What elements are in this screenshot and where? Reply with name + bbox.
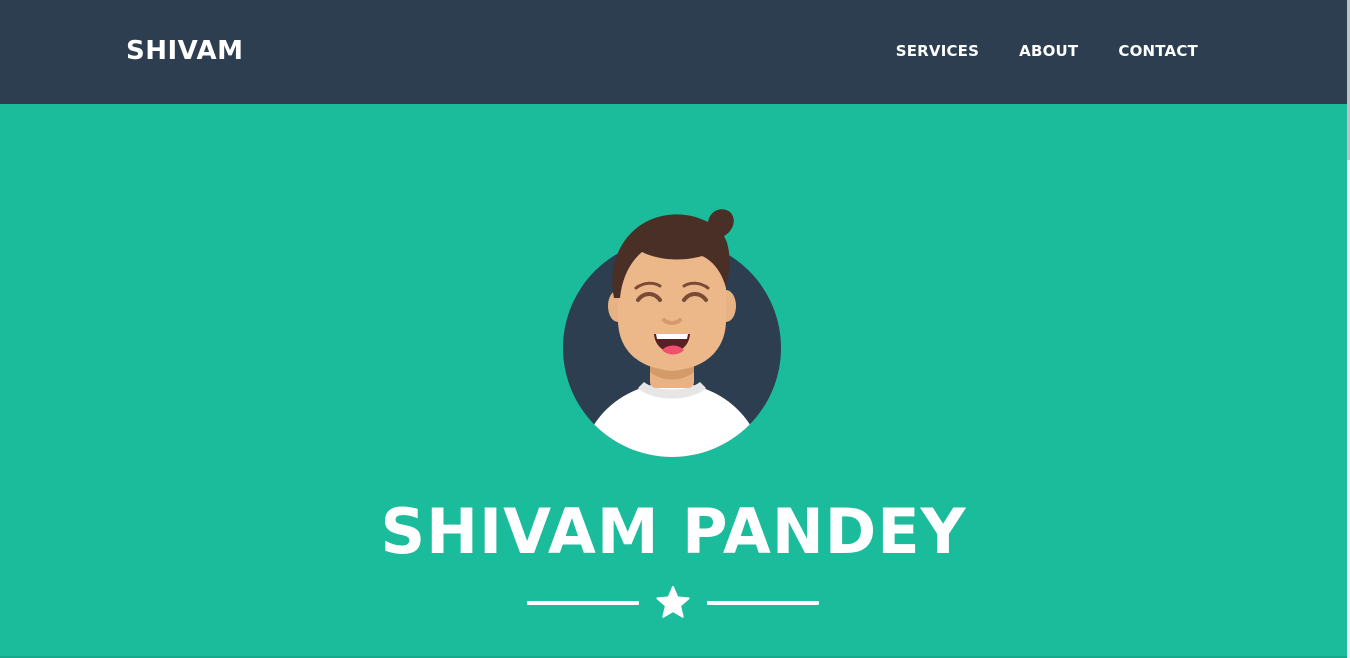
- masthead-heading: SHIVAM PANDEY: [380, 495, 967, 568]
- nav-link-services[interactable]: SERVICES: [896, 40, 979, 62]
- divider-line-left: [527, 601, 639, 605]
- star-icon: [656, 586, 690, 618]
- divider-line-right: [707, 601, 819, 605]
- nav-links: SERVICES ABOUT CONTACT: [856, 40, 1198, 62]
- nav-link-contact[interactable]: CONTACT: [1118, 40, 1198, 62]
- brand-link[interactable]: SHIVAM: [126, 33, 244, 69]
- nav-link-about[interactable]: ABOUT: [1019, 40, 1078, 62]
- avatar-icon: [563, 209, 781, 457]
- divider-custom: [527, 583, 819, 623]
- navbar: SHIVAM SERVICES ABOUT CONTACT: [0, 0, 1347, 104]
